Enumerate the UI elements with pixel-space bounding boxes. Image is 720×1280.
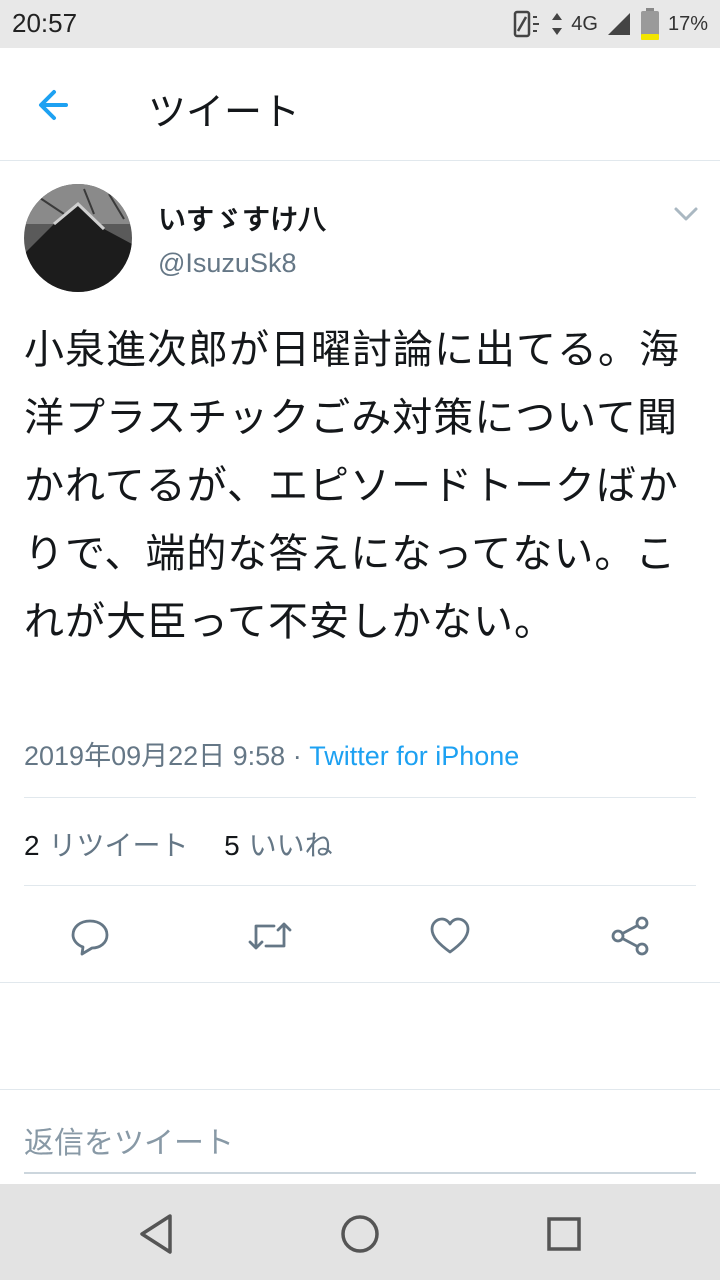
tweet-stats: 2 リツイート 5 いいね	[24, 824, 333, 864]
reply-input[interactable]: 返信をツイート	[24, 1118, 234, 1162]
like-count: 5	[224, 830, 240, 861]
tweet-meta: 2019年09月22日 9:58 · Twitter for iPhone	[24, 734, 519, 773]
divider	[0, 1089, 720, 1090]
retweet-count: 2	[24, 830, 40, 861]
tweet-source-link[interactable]: Twitter for iPhone	[309, 741, 519, 771]
user-handle[interactable]: @IsuzuSk8	[158, 248, 296, 279]
app-header: ツイート	[0, 48, 720, 161]
retweet-label: リツイート	[48, 829, 189, 862]
triangle-back-icon	[140, 1214, 172, 1254]
reply-input-underline	[24, 1172, 696, 1174]
arrow-left-icon[interactable]	[30, 80, 80, 130]
like-button[interactable]	[420, 906, 480, 966]
heart-icon	[430, 917, 470, 954]
battery-percent: 17%	[667, 12, 708, 35]
page-title: ツイート	[148, 90, 301, 134]
vibrate-icon	[514, 10, 540, 38]
tweet-timestamp: 2019年09月22日 9:58	[24, 741, 286, 771]
status-icons: 4G 17%	[509, 6, 708, 42]
square-recents-icon	[547, 1217, 581, 1251]
share-icon	[611, 916, 649, 956]
retweet-stat[interactable]: 2 リツイート	[24, 829, 189, 862]
like-stat[interactable]: 5 いいね	[224, 829, 333, 862]
nav-recents-button[interactable]	[536, 1206, 592, 1262]
network-type: 4G	[571, 12, 598, 35]
display-name[interactable]: いすゞすけ八	[158, 198, 326, 238]
retweet-icon	[248, 922, 292, 950]
reply-button[interactable]	[60, 906, 120, 966]
avatar-image	[24, 184, 132, 292]
divider	[24, 797, 696, 798]
divider	[24, 885, 696, 886]
status-time: 20:57	[12, 8, 78, 38]
circle-home-icon	[341, 1215, 379, 1253]
meta-separator: ·	[285, 741, 310, 771]
retweet-button[interactable]	[240, 906, 300, 966]
like-label: いいね	[248, 829, 333, 862]
signal-icon	[607, 13, 630, 35]
tweet-actions	[0, 906, 720, 966]
nav-home-button[interactable]	[332, 1206, 388, 1262]
chevron-down-icon[interactable]	[672, 200, 700, 228]
divider	[0, 982, 720, 983]
battery-icon	[640, 8, 659, 40]
system-nav-bar	[0, 1184, 720, 1280]
data-arrows-icon	[552, 13, 563, 35]
nav-back-button[interactable]	[128, 1206, 184, 1262]
avatar[interactable]	[24, 184, 132, 292]
status-bar: 20:57 4G 17%	[0, 0, 720, 48]
share-button[interactable]	[600, 906, 660, 966]
tweet-text: 小泉進次郎が日曜討論に出てる。海洋プラスチックごみ対策について聞かれてるが、エピ…	[24, 327, 680, 645]
reply-icon	[71, 919, 109, 956]
